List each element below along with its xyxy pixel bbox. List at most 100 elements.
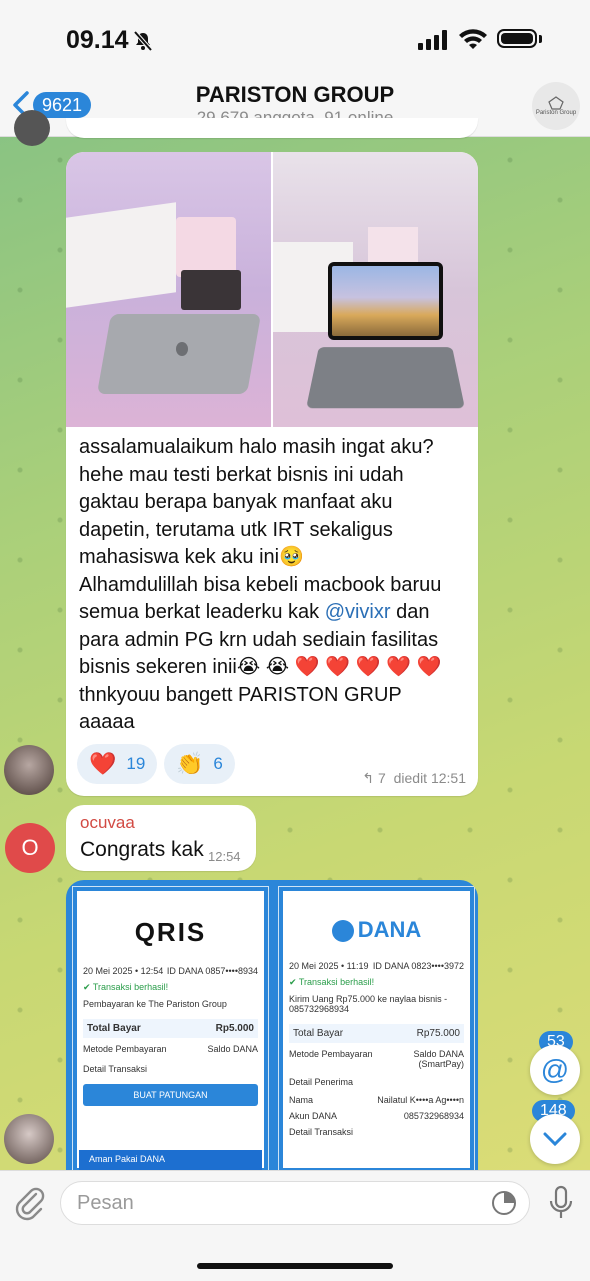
microphone-icon[interactable] xyxy=(548,1185,574,1221)
account-row: Akun DANA 085732968934 xyxy=(289,1111,464,1121)
message-bubble-testimonial[interactable]: assalamualaikum halo masih ingat aku? he… xyxy=(66,152,478,796)
laptop-screen xyxy=(328,262,443,340)
gift-box xyxy=(176,217,236,277)
mute-bell-icon xyxy=(133,30,153,52)
sender-name[interactable]: ocuvaa xyxy=(80,813,135,833)
method-row: Metode Pembayaran Saldo DANA xyxy=(83,1044,258,1054)
at-sign-icon: @ xyxy=(540,1054,570,1085)
message-time: 12:54 xyxy=(208,849,241,864)
name-row: Nama Nailatul K••••a Ag••••n xyxy=(289,1095,464,1105)
text-line: thnkyouu bangett PARISTON GRUP xyxy=(79,683,402,706)
clock: 09.14 xyxy=(66,26,129,54)
battery-icon xyxy=(497,29,537,48)
total-value: Rp5.000 xyxy=(215,1023,254,1034)
screenshot-qris[interactable]: QRIS 20 Mei 2025 • 12:54 ID DANA 0857••••… xyxy=(72,886,269,1173)
message-meta: ↰ 7 diedit 12:51 xyxy=(362,770,466,787)
photo-macbook-closed[interactable] xyxy=(66,152,271,427)
text-line: bisnis sekeren inii😭 😭 ❤️ ❤️ ❤️ ❤️ ❤️ xyxy=(79,656,442,678)
text-line: Alhamdulillah bisa kebeli macbook baruu xyxy=(79,573,442,596)
dana-logo-text: DANA xyxy=(357,917,422,942)
date: 20 Mei 2025 • 11:19 xyxy=(289,961,369,971)
edited-time: diedit 12:51 xyxy=(393,770,466,786)
attachment-clip-icon[interactable] xyxy=(14,1185,46,1221)
group-avatar[interactable]: Pariston Group xyxy=(532,82,580,130)
dana-id: ID DANA 0823••••3972 xyxy=(372,961,464,971)
message-bubble-congrats[interactable]: ocuvaa Congrats kak 12:54 xyxy=(66,805,256,871)
message-text: Congrats kak xyxy=(80,838,204,861)
sticker-icon[interactable] xyxy=(491,1190,517,1216)
home-indicator xyxy=(197,1263,393,1269)
sender-avatar-bottom[interactable] xyxy=(4,1114,54,1164)
battery-tip xyxy=(539,35,542,43)
mentions-button[interactable]: @ xyxy=(530,1045,580,1095)
dana-logo: DANA xyxy=(289,917,464,943)
method-value: Saldo DANA xyxy=(207,1044,258,1054)
total-row: Total Bayar Rp5.000 xyxy=(83,1019,258,1038)
description: Pembayaran ke The Pariston Group xyxy=(83,999,227,1009)
dana-id: ID DANA 0857••••8934 xyxy=(166,966,258,976)
reply-count: 7 xyxy=(378,770,386,786)
reply-arrow-icon: ↰ xyxy=(362,770,375,786)
mention-link[interactable]: @vivixr xyxy=(325,601,391,623)
photo-frames xyxy=(181,270,241,310)
method-value: Saldo DANA (SmartPay) xyxy=(413,1049,464,1069)
apple-logo-icon xyxy=(176,342,188,356)
wifi-icon xyxy=(459,29,487,49)
text-line: dapetin, terutama utk IRT sekaligus xyxy=(79,518,393,541)
reaction-count: 19 xyxy=(126,754,146,773)
text-line: semua berkat leaderku kak @vivixr dan xyxy=(79,599,471,627)
gift-box-2 xyxy=(368,227,418,267)
reaction-count: 6 xyxy=(213,754,223,773)
testimonial-text: assalamualaikum halo masih ingat aku? he… xyxy=(79,434,471,737)
chat-title[interactable]: PARISTON GROUP xyxy=(0,82,590,108)
photo-macbook-open[interactable] xyxy=(273,152,478,427)
detail-label: Detail Transaksi xyxy=(83,1064,148,1074)
laptop-box xyxy=(66,202,176,308)
text-fragment: semua berkat leaderku kak xyxy=(79,601,325,623)
meta-row: 20 Mei 2025 • 11:19 ID DANA 0823••••3972 xyxy=(289,961,464,971)
sender-avatar-top[interactable] xyxy=(14,110,50,146)
previous-message-bubble[interactable] xyxy=(66,118,478,138)
status-label: Transaksi berhasil! xyxy=(298,977,375,987)
promo-text: Aman Pakai DANA xyxy=(89,1154,166,1164)
message-input[interactable]: Pesan xyxy=(60,1181,530,1225)
input-placeholder: Pesan xyxy=(77,1192,134,1214)
account-label: Akun DANA xyxy=(289,1111,338,1121)
reaction-heart[interactable]: ❤️ 19 xyxy=(77,744,158,784)
name-value: Nailatul K••••a Ag••••n xyxy=(377,1095,464,1105)
status-text: ✔ Transaksi berhasil! xyxy=(83,982,169,992)
heart-icon: ❤️ xyxy=(89,751,117,776)
group-avatar-text: Pariston Group xyxy=(535,110,577,116)
status-bar: 09.14 xyxy=(0,0,590,80)
message-bubble-screenshots[interactable]: QRIS 20 Mei 2025 • 12:54 ID DANA 0857••••… xyxy=(66,880,478,1175)
reaction-clap[interactable]: 👏 6 xyxy=(164,744,235,784)
total-row: Total Bayar Rp75.000 xyxy=(289,1024,464,1043)
text-line: para admin PG krn udah sediain fasilitas xyxy=(79,628,439,651)
sender-avatar[interactable] xyxy=(4,745,54,795)
detail-label: Detail Transaksi xyxy=(289,1127,354,1137)
description: Kirim Uang Rp75.000 ke naylaa bisnis - 0… xyxy=(289,994,448,1014)
cellular-signal-icon xyxy=(418,30,447,50)
laptop-keyboard xyxy=(306,347,465,409)
status-label: Transaksi berhasil! xyxy=(92,982,169,992)
scroll-down-button[interactable] xyxy=(530,1114,580,1164)
date: 20 Mei 2025 • 12:54 xyxy=(83,966,164,976)
text-line: aaaaa xyxy=(79,711,135,733)
method-row: Metode Pembayaran Saldo DANA (SmartPay) xyxy=(289,1049,464,1069)
total-label: Total Bayar xyxy=(87,1023,141,1034)
total-label: Total Bayar xyxy=(293,1028,344,1039)
screen-wallpaper xyxy=(332,266,439,336)
account-value: 085732968934 xyxy=(403,1111,464,1121)
text-fragment: dan xyxy=(390,601,430,623)
status-text: ✔ Transaksi berhasil! xyxy=(289,977,375,987)
group-logo-icon xyxy=(548,96,564,110)
receiver-label: Detail Penerima xyxy=(289,1077,354,1087)
total-value: Rp75.000 xyxy=(416,1028,460,1039)
text-line: hehe mau testi berkat bisnis ini udah xyxy=(79,463,404,486)
screenshot-dana[interactable]: DANA 20 Mei 2025 • 11:19 ID DANA 0823••••… xyxy=(278,886,475,1173)
avatar-letter: O xyxy=(21,835,39,860)
buat-patungan-button[interactable]: BUAT PATUNGAN xyxy=(83,1084,258,1106)
sender-avatar-ocuvaa[interactable]: O xyxy=(5,823,55,873)
qris-logo: QRIS xyxy=(134,917,207,947)
method-label: Metode Pembayaran xyxy=(83,1044,167,1054)
